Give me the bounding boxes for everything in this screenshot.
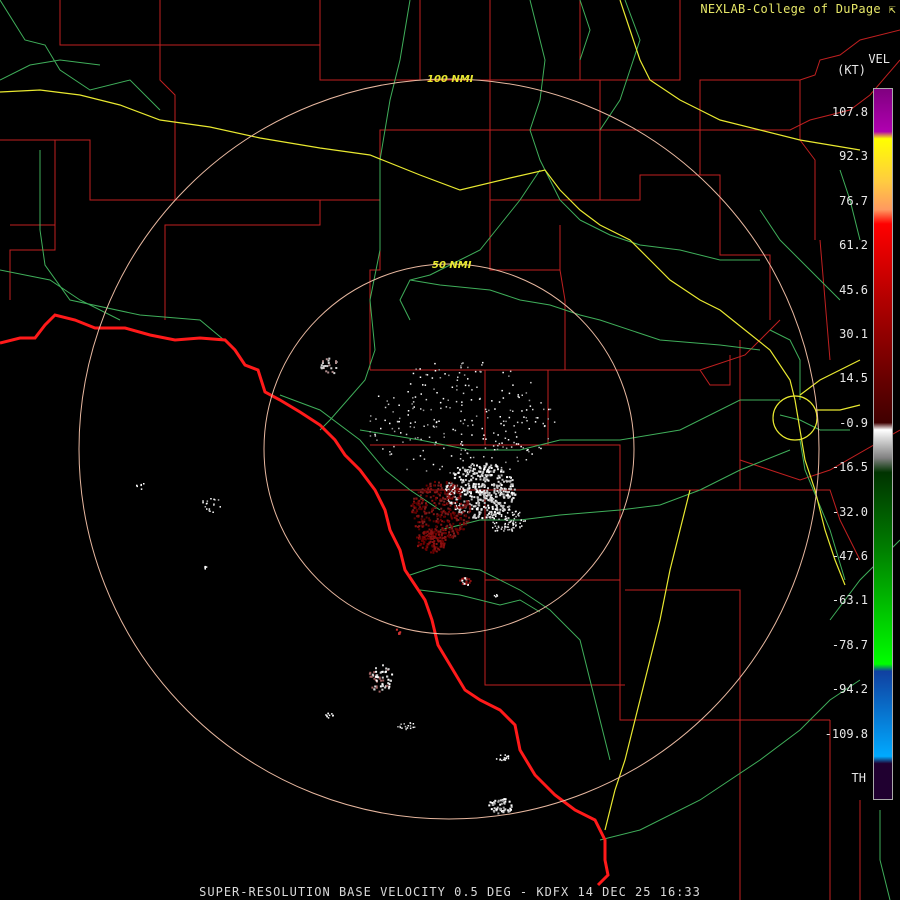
radar-map: 100 NMI 50 NMI [0,0,900,900]
product-caption: SUPER-RESOLUTION BASE VELOCITY 0.5 DEG -… [199,885,701,899]
external-link-icon[interactable]: ⇱ [888,2,896,16]
legend-product: VEL [868,52,890,66]
brand-label: NEXLAB-College of DuPage ⇱ [700,2,896,16]
velocity-colorbar [873,88,893,800]
legend-unit: (KT) [837,63,866,77]
map-background [0,0,900,900]
range-ring-label-100: 100 NMI [427,74,474,85]
range-ring-label-50: 50 NMI [432,260,472,271]
